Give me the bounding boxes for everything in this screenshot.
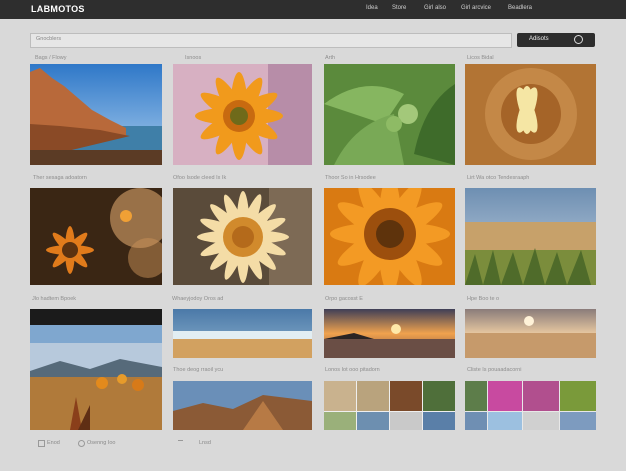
- circle-icon: [574, 35, 583, 44]
- image-caption: Cliste Is pouaadacorni: [467, 367, 522, 373]
- photo-desert-flowers[interactable]: [30, 309, 162, 430]
- sunset-shore-image: [324, 309, 455, 358]
- image-caption: Thoe deog rraoil ycu: [173, 367, 224, 373]
- yellow-daisy-image: [173, 188, 312, 285]
- photo-food-collage[interactable]: [324, 381, 455, 430]
- photo-orange-flowers-bokeh[interactable]: [30, 188, 162, 285]
- flower-collage-image: [465, 381, 596, 430]
- photo-beach-waves[interactable]: [173, 309, 312, 358]
- photo-sunset-shore[interactable]: [324, 309, 455, 358]
- image-caption: Thoor So in Hrsodee: [325, 175, 376, 181]
- pencil-icon[interactable]: [38, 440, 45, 447]
- nav-item-girl-arcvice[interactable]: Girl arcvice: [461, 5, 491, 11]
- photo-canyon[interactable]: [173, 381, 312, 430]
- footer-link[interactable]: Osenng Ioo: [87, 440, 115, 446]
- orange-flowers-bokeh-image: [30, 188, 162, 285]
- image-caption: Isnoos: [185, 55, 202, 61]
- calm-sea-sunset-image: [465, 309, 596, 358]
- food-collage-image: [324, 381, 455, 430]
- search-placeholder: Gnocblers: [36, 36, 62, 42]
- photo-orange-daisy[interactable]: [173, 64, 312, 165]
- image-caption: Orpo gacosst E: [325, 296, 363, 302]
- search-input[interactable]: Gnocblers: [30, 33, 512, 48]
- action-button[interactable]: Adisots: [517, 33, 595, 47]
- orange-daisy-image: [173, 64, 312, 165]
- image-caption: Jlo hadtem Bpoek: [32, 296, 77, 302]
- photo-coastal-cliffs[interactable]: [30, 64, 162, 165]
- desert-flowers-image: [30, 309, 162, 430]
- orange-flower-closeup-image: [324, 188, 455, 285]
- photo-grassland-sky[interactable]: [465, 188, 596, 285]
- image-caption: Lonos Iot ooo pitadorn: [325, 367, 380, 373]
- image-caption: Whaeyjodoy Oros ad: [172, 296, 224, 302]
- canyon-image: [173, 381, 312, 430]
- photo-flower-collage[interactable]: [465, 381, 596, 430]
- nav-item-idea[interactable]: Idea: [366, 5, 378, 11]
- nav-item-store[interactable]: Store: [392, 5, 406, 11]
- photo-green-succulent[interactable]: [324, 64, 455, 165]
- footer-link[interactable]: Enod: [47, 440, 60, 446]
- green-succulent-image: [324, 64, 455, 165]
- white-bloom-image: [465, 64, 596, 165]
- image-caption: Ther sesaga adoatorn: [33, 175, 87, 181]
- footer-link[interactable]: Lnsd: [199, 440, 211, 446]
- photo-yellow-daisy[interactable]: [173, 188, 312, 285]
- brand-logo[interactable]: LABMOTOS: [31, 4, 85, 14]
- photo-calm-sea-sunset[interactable]: [465, 309, 596, 358]
- dash-icon: [178, 440, 183, 444]
- beach-waves-image: [173, 309, 312, 358]
- photo-orange-flower-closeup[interactable]: [324, 188, 455, 285]
- image-caption: Ofoo Isode cleed Ix Ik: [173, 175, 227, 181]
- image-caption: Hpe Boo te o: [467, 296, 500, 302]
- clock-icon[interactable]: [78, 440, 85, 447]
- photo-white-bloom[interactable]: [465, 64, 596, 165]
- image-caption: Bags / Flowy: [35, 55, 67, 61]
- top-bar: LABMOTOS Idea Store Girl also Girl arcvi…: [0, 0, 626, 19]
- grassland-sky-image: [465, 188, 596, 285]
- coastal-cliffs-image: [30, 64, 162, 165]
- image-caption: Lirt Wa otco Tendesraaph: [467, 175, 530, 181]
- nav-item-beadlera[interactable]: Beadlera: [508, 5, 532, 11]
- image-caption: Arth: [325, 55, 336, 61]
- nav-item-girl-also[interactable]: Girl also: [424, 5, 446, 11]
- image-caption: Licos Bidal: [467, 55, 494, 61]
- action-button-label: Adisots: [529, 36, 549, 42]
